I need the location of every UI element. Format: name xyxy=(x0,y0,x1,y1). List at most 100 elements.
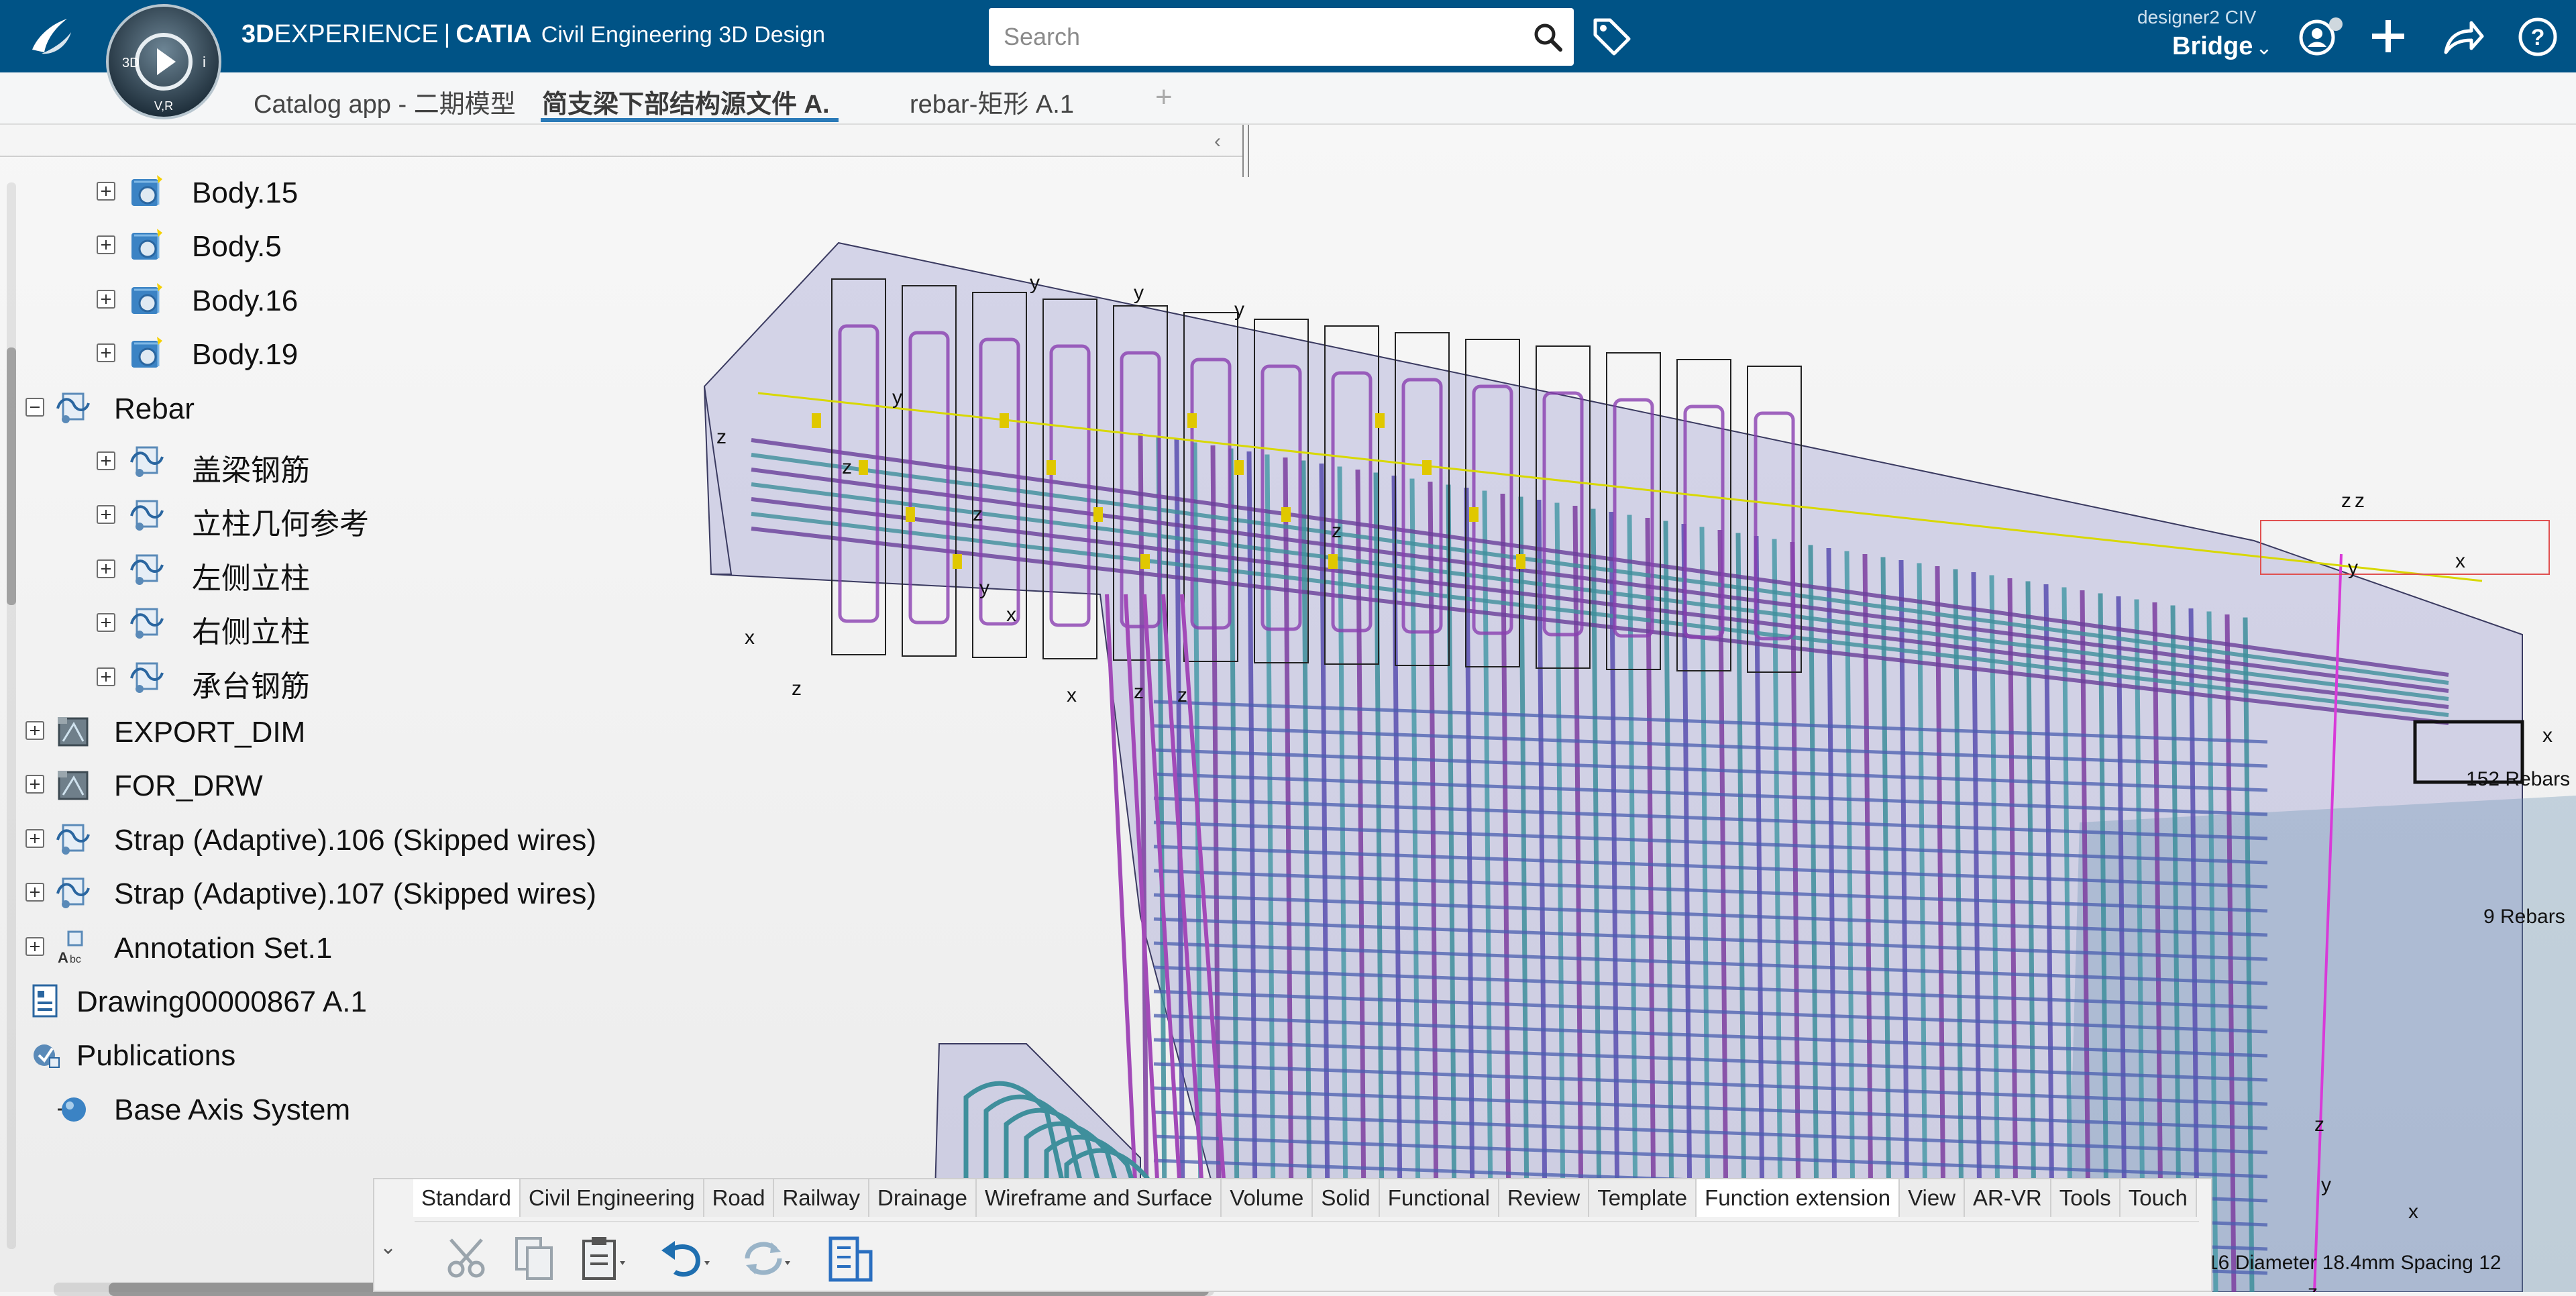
tree-node[interactable]: Publications xyxy=(0,1031,1234,1079)
tree-resize-handle[interactable] xyxy=(1242,125,1249,177)
tree-node[interactable]: 右侧立柱 xyxy=(0,600,1234,649)
section-tab[interactable]: Template xyxy=(1589,1179,1697,1217)
tab-active-document[interactable]: 简支梁下部结构源文件 A. xyxy=(542,83,830,120)
tree-node[interactable]: 左侧立柱 xyxy=(0,546,1234,595)
expand-node-icon[interactable] xyxy=(25,775,44,794)
annotation-set-icon: Abc xyxy=(58,930,83,966)
tree-node-label: Body.15 xyxy=(192,176,299,209)
section-tab[interactable]: AR-VR xyxy=(1965,1179,2051,1217)
tab-catalog-app[interactable]: Catalog app - 二期模型 xyxy=(254,83,516,120)
geometry-set-icon xyxy=(58,771,89,800)
undo-icon[interactable] xyxy=(656,1232,710,1285)
action-bar: Standard Civil Engineering Road Railway Drai… xyxy=(373,1178,2212,1292)
rebar-set-icon xyxy=(130,608,164,639)
document-tab-bar: Catalog app - 二期模型 简支梁下部结构源文件 A. rebar-矩… xyxy=(0,72,2576,189)
expand-node-icon[interactable] xyxy=(97,451,115,470)
tree-node-label: Base Axis System xyxy=(114,1093,351,1126)
section-tab[interactable]: Road xyxy=(704,1179,775,1217)
tree-node-label: 右侧立柱 xyxy=(192,616,310,649)
body-icon xyxy=(131,229,162,260)
rebar-set-icon xyxy=(56,392,90,423)
expand-node-icon[interactable] xyxy=(97,559,115,578)
tree-node[interactable]: FOR_DRW xyxy=(0,761,1234,810)
paste-icon[interactable] xyxy=(576,1232,629,1285)
tree-node[interactable]: Body.16 xyxy=(0,276,1234,325)
expand-node-icon[interactable] xyxy=(25,936,44,956)
tree-node-label: Drawing00000867 A.1 xyxy=(76,985,367,1018)
expand-node-icon[interactable] xyxy=(25,721,44,740)
section-tab[interactable]: Civil Engineering xyxy=(520,1179,704,1217)
bridge-structure-icon[interactable] xyxy=(824,1232,877,1285)
copy-icon[interactable] xyxy=(508,1232,562,1285)
rebar-set-icon xyxy=(130,446,164,477)
section-tab[interactable]: Functional xyxy=(1379,1179,1499,1217)
section-tab[interactable]: Tools xyxy=(2051,1179,2121,1217)
section-tab[interactable]: Function extension xyxy=(1697,1179,1900,1217)
tree-node[interactable]: Strap (Adaptive).107 (Skipped wires) xyxy=(0,869,1234,918)
user-icon[interactable] xyxy=(2297,15,2345,58)
add-tab-button[interactable]: + xyxy=(1155,80,1173,114)
rebar-spec-annotation: 16 Diameter 18.4mm Spacing 12 xyxy=(2207,1252,2502,1274)
section-tab[interactable]: Review xyxy=(1499,1179,1590,1217)
section-tab[interactable]: Standard xyxy=(413,1179,521,1217)
tree-node[interactable]: Body.15 xyxy=(0,168,1234,217)
tree-node[interactable]: EXPORT_DIM xyxy=(0,708,1234,756)
axis-letter-label: y xyxy=(2321,1174,2331,1196)
active-tab-indicator xyxy=(541,118,839,122)
collapse-tree-icon[interactable]: ‹ xyxy=(1214,130,1221,153)
tree-node[interactable]: Abc Annotation Set.1 xyxy=(0,924,1234,972)
expand-node-icon[interactable] xyxy=(97,235,115,255)
axis-letter-label: y xyxy=(2348,557,2358,579)
tab-rebar-document[interactable]: rebar-矩形 A.1 xyxy=(910,83,1074,120)
tree-node[interactable]: Rebar xyxy=(0,384,1234,433)
cut-icon[interactable] xyxy=(441,1232,495,1285)
ds-logo-icon[interactable] xyxy=(24,9,78,63)
expand-node-icon[interactable] xyxy=(97,505,115,525)
tree-node[interactable]: Body.5 xyxy=(0,222,1234,270)
section-tab[interactable]: Volume xyxy=(1222,1179,1313,1217)
constraint-marker xyxy=(1469,507,1479,522)
update-icon[interactable] xyxy=(737,1232,790,1285)
expand-node-icon[interactable] xyxy=(25,828,44,848)
expand-node-icon[interactable] xyxy=(97,182,115,201)
collapse-node-icon[interactable] xyxy=(25,397,44,417)
compass-icon[interactable]: 3D i V,R xyxy=(101,3,228,122)
tree-node[interactable]: 立柱几何参考 xyxy=(0,492,1234,541)
tree-node[interactable]: 承台钢筋 xyxy=(0,654,1234,703)
tree-node[interactable]: Drawing00000867 A.1 xyxy=(0,977,1234,1026)
expand-node-icon[interactable] xyxy=(25,883,44,902)
search-input[interactable] xyxy=(1002,20,1528,54)
tree-node-label: Strap (Adaptive).107 (Skipped wires) xyxy=(114,877,596,911)
tree-node[interactable]: 盖梁钢筋 xyxy=(0,438,1234,487)
expand-node-icon[interactable] xyxy=(97,667,115,686)
workspace-selector[interactable]: Bridge ⌄ xyxy=(2172,32,2273,61)
tree-node[interactable]: Base Axis System xyxy=(0,1085,1234,1134)
rebar-set-icon xyxy=(130,500,164,531)
svg-text:?: ? xyxy=(2531,25,2545,50)
action-bar-expand-icon[interactable]: ⌄ xyxy=(380,1236,396,1259)
share-icon[interactable] xyxy=(2442,17,2485,58)
section-tab[interactable]: Wireframe and Surface xyxy=(976,1179,1222,1217)
section-tab[interactable]: Touch xyxy=(2120,1179,2197,1217)
tree-node-label: Publications xyxy=(76,1039,236,1073)
tree-node[interactable]: Strap (Adaptive).106 (Skipped wires) xyxy=(0,816,1234,864)
expand-node-icon[interactable] xyxy=(97,289,115,309)
section-tab[interactable]: View xyxy=(1900,1179,1966,1217)
help-icon[interactable]: ? xyxy=(2517,16,2559,58)
expand-node-icon[interactable] xyxy=(97,613,115,633)
plus-icon[interactable] xyxy=(2368,16,2408,56)
axis-letter-label: z xyxy=(2314,1114,2324,1136)
search-box[interactable] xyxy=(989,8,1574,66)
section-tab[interactable]: Drainage xyxy=(869,1179,977,1217)
tree-node[interactable]: Body.19 xyxy=(0,330,1234,378)
brand-catia: CATIA xyxy=(455,20,532,48)
tree-header-bar: ‹ xyxy=(0,125,1244,157)
axis-letter-label: z xyxy=(2308,1281,2318,1292)
tag-icon[interactable] xyxy=(1590,15,1633,58)
expand-node-icon[interactable] xyxy=(97,343,115,363)
section-tab[interactable]: Railway xyxy=(774,1179,870,1217)
search-icon[interactable] xyxy=(1532,21,1563,52)
section-tab[interactable]: Solid xyxy=(1313,1179,1380,1217)
axis-letter-label: z xyxy=(2341,490,2351,512)
axis-system-icon xyxy=(58,1097,86,1122)
